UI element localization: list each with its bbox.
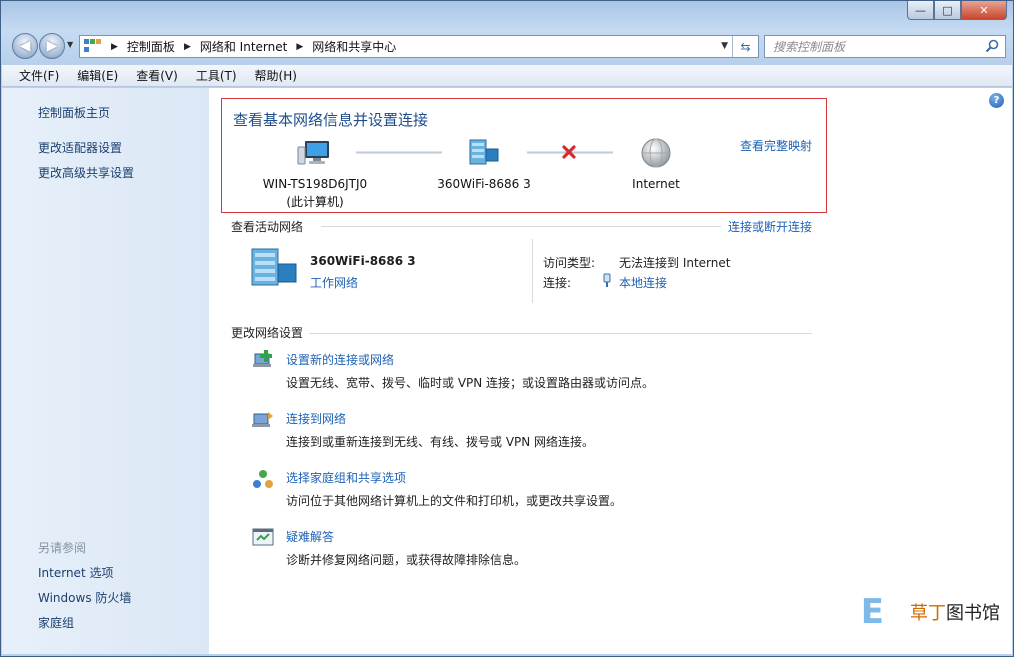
- navigation-bar: ◀ ▶ ▼ ▶ 控制面板 ▶ 网络和 Internet ▶ 网络和共享中心 ▼ …: [1, 29, 1013, 63]
- access-type-label: 访问类型:: [543, 256, 596, 270]
- recent-pages-dropdown[interactable]: ▼: [67, 40, 73, 49]
- back-button[interactable]: ◀: [12, 33, 38, 59]
- active-networks-heading: 查看活动网络: [231, 220, 304, 234]
- change-advanced-sharing-link[interactable]: 更改高级共享设置: [38, 164, 134, 181]
- work-network-icon[interactable]: [249, 246, 299, 288]
- troubleshoot-link[interactable]: 疑难解答: [286, 528, 334, 545]
- menu-file[interactable]: 文件(F): [10, 67, 68, 84]
- local-connection-link[interactable]: 本地连接: [619, 274, 667, 291]
- main-content: ? 查看基本网络信息并设置连接 查看完整映射 WIN-TS198D6JTJ0 (…: [209, 88, 1012, 654]
- change-adapter-settings-link[interactable]: 更改适配器设置: [38, 139, 122, 156]
- menu-tools[interactable]: 工具(T): [187, 67, 246, 84]
- see-also-heading: 另请参阅: [38, 541, 87, 555]
- watermark-brand: 草丁: [910, 603, 946, 624]
- computer-icon[interactable]: [297, 139, 331, 167]
- divider: [532, 239, 533, 303]
- network-label: 360WiFi-8686 3: [437, 177, 531, 191]
- divider: [309, 333, 812, 334]
- caption-buttons: — □ ✕: [907, 1, 1007, 20]
- network-icon[interactable]: [468, 137, 500, 167]
- see-full-map-link[interactable]: 查看完整映射: [740, 137, 812, 154]
- minimize-button[interactable]: —: [907, 1, 934, 20]
- change-network-settings-heading: 更改网络设置: [231, 326, 304, 340]
- setup-new-connection-link[interactable]: 设置新的连接或网络: [286, 351, 394, 368]
- control-panel-home-link[interactable]: 控制面板主页: [38, 104, 110, 121]
- control-panel-icon: [84, 38, 102, 55]
- search-icon[interactable]: [985, 39, 999, 53]
- connect-to-network-link[interactable]: 连接到网络: [286, 410, 346, 427]
- page-title: 查看基本网络信息并设置连接: [233, 111, 429, 129]
- address-bar[interactable]: ▶ 控制面板 ▶ 网络和 Internet ▶ 网络和共享中心 ▼ ⇆: [79, 35, 759, 58]
- internet-globe-icon[interactable]: [640, 137, 672, 169]
- close-button[interactable]: ✕: [961, 1, 1007, 20]
- connect-to-network-icon[interactable]: [251, 408, 275, 432]
- network-name: 360WiFi-8686 3: [310, 254, 416, 268]
- refresh-icon[interactable]: ⇆: [732, 36, 758, 57]
- menu-help[interactable]: 帮助(H): [246, 67, 306, 84]
- windows-firewall-link[interactable]: Windows 防火墙: [38, 589, 131, 606]
- internet-options-link[interactable]: Internet 选项: [38, 564, 113, 581]
- chevron-right-icon[interactable]: ▶: [184, 42, 191, 52]
- window: — □ ✕ ◀ ▶ ▼ ▶ 控制面板 ▶ 网络和 Internet ▶ 网络和共…: [0, 0, 1014, 657]
- basic-network-map: 查看基本网络信息并设置连接 查看完整映射 WIN-TS198D6JTJ0 (此计…: [221, 98, 827, 213]
- access-type-value: 无法连接到 Internet: [619, 256, 731, 270]
- homegroup-sharing-link[interactable]: 选择家庭组和共享选项: [286, 469, 406, 486]
- search-input[interactable]: [765, 36, 975, 57]
- troubleshoot-icon[interactable]: [251, 526, 275, 550]
- connection-line: [356, 151, 442, 154]
- task-description: 连接到或重新连接到无线、有线、拨号或 VPN 网络连接。: [286, 435, 595, 449]
- connections-label: 连接:: [543, 276, 572, 290]
- this-computer-label: (此计算机): [286, 195, 344, 209]
- no-connection-x-icon[interactable]: [561, 144, 577, 160]
- menu-bar: 文件(F) 编辑(E) 查看(V) 工具(T) 帮助(H): [2, 65, 1012, 87]
- search-box: [764, 35, 1006, 58]
- connect-disconnect-link[interactable]: 连接或断开连接: [728, 218, 812, 235]
- ethernet-icon: [603, 273, 611, 287]
- network-type-link[interactable]: 工作网络: [310, 274, 358, 291]
- homegroup-link[interactable]: 家庭组: [38, 614, 74, 631]
- new-connection-icon[interactable]: [251, 348, 275, 372]
- homegroup-sharing-icon[interactable]: [251, 468, 275, 492]
- menu-view[interactable]: 查看(V): [127, 67, 187, 84]
- computer-label: WIN-TS198D6JTJ0 (此计算机): [250, 177, 380, 210]
- task-description: 设置无线、宽带、拨号、临时或 VPN 连接；或设置路由器或访问点。: [286, 376, 655, 390]
- maximize-button[interactable]: □: [934, 1, 961, 20]
- chevron-right-icon[interactable]: ▶: [296, 42, 303, 52]
- chevron-right-icon[interactable]: ▶: [111, 42, 118, 52]
- watermark: E 草丁图书馆: [861, 592, 1002, 632]
- menu-edit[interactable]: 编辑(E): [68, 67, 127, 84]
- watermark-label: 图书馆: [946, 603, 1000, 624]
- internet-label: Internet: [632, 177, 680, 191]
- breadcrumb-network-sharing-center[interactable]: 网络和共享中心: [312, 38, 396, 55]
- address-dropdown-icon[interactable]: ▼: [721, 41, 728, 51]
- watermark-text: 草丁图书馆: [908, 599, 1002, 625]
- task-description: 访问位于其他网络计算机上的文件和打印机，或更改共享设置。: [286, 494, 623, 508]
- forward-button[interactable]: ▶: [39, 33, 65, 59]
- divider: [321, 226, 721, 227]
- breadcrumb-network-internet[interactable]: 网络和 Internet: [200, 38, 287, 55]
- task-description: 诊断并修复网络问题，或获得故障排除信息。: [286, 553, 527, 567]
- left-navigation-pane: 控制面板主页 更改适配器设置 更改高级共享设置 另请参阅 Internet 选项…: [2, 88, 209, 654]
- help-icon[interactable]: ?: [989, 93, 1004, 108]
- breadcrumb-control-panel[interactable]: 控制面板: [127, 38, 175, 55]
- watermark-logo: E: [860, 592, 884, 632]
- computer-name: WIN-TS198D6JTJ0: [262, 177, 368, 191]
